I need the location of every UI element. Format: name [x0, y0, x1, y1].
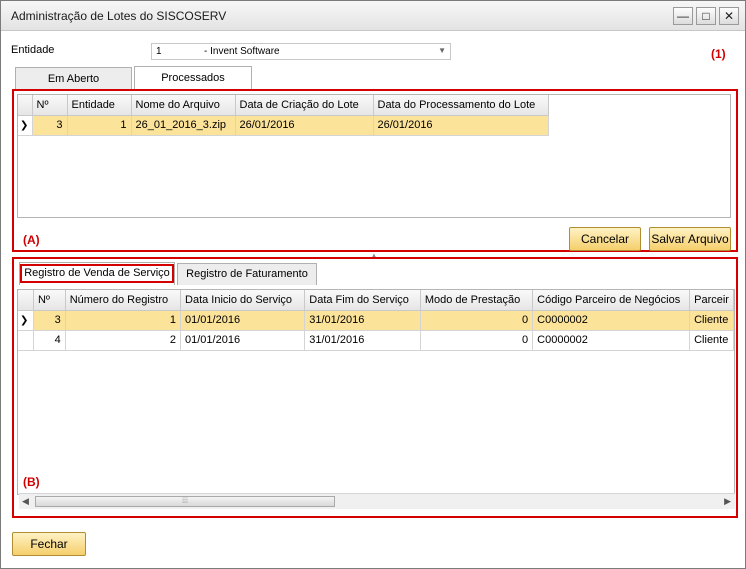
annotation-1: (1) [711, 47, 726, 61]
tab-registro-venda-label: Registro de Venda de Serviço [20, 264, 174, 283]
minimize-icon: — [677, 9, 689, 23]
lots-col-no[interactable]: Nº [32, 95, 68, 116]
row-indicator-header [18, 290, 34, 311]
scroll-left-icon[interactable]: ◀ [22, 496, 29, 507]
annotation-b: (B) [23, 475, 40, 489]
record-modo: 0 [420, 310, 534, 331]
records-col-fim[interactable]: Data Fim do Serviço [304, 290, 421, 311]
lots-col-processamento[interactable]: Data do Processamento do Lote [373, 95, 549, 116]
lots-col-criacao[interactable]: Data de Criação do Lote [235, 95, 374, 116]
lot-processamento: 26/01/2016 [373, 115, 549, 136]
records-col-codigo[interactable]: Código Parceiro de Negócios [532, 290, 691, 311]
siscoserv-window: Administração de Lotes do SISCOSERV — □ … [0, 0, 746, 569]
window-title: Administração de Lotes do SISCOSERV [11, 9, 227, 23]
record-numero: 2 [65, 330, 182, 351]
lot-entidade: 1 [67, 115, 132, 136]
record-modo: 0 [420, 330, 534, 351]
record-inicio: 01/01/2016 [180, 310, 306, 331]
tab-registro-faturamento[interactable]: Registro de Faturamento [177, 263, 317, 285]
maximize-button[interactable]: □ [696, 7, 716, 25]
row-selector-cell[interactable] [18, 330, 34, 351]
lot-no: 3 [32, 115, 68, 136]
record-codigo: C0000002 [532, 330, 691, 351]
lots-col-entidade[interactable]: Entidade [67, 95, 132, 116]
entidade-label: Entidade [11, 44, 55, 56]
lot-criacao: 26/01/2016 [235, 115, 374, 136]
row-indicator-header [18, 95, 33, 116]
close-button[interactable]: Fechar [12, 532, 86, 556]
records-col-inicio[interactable]: Data Inicio do Serviço [180, 290, 306, 311]
record-no: 3 [33, 310, 66, 331]
save-file-button[interactable]: Salvar Arquivo [649, 227, 731, 251]
tab-processados[interactable]: Processados [134, 66, 252, 91]
record-no: 4 [33, 330, 66, 351]
table-row[interactable]: ❯ 3 1 26_01_2016_3.zip 26/01/2016 26/01/… [18, 115, 549, 136]
title-bar: Administração de Lotes do SISCOSERV — □ … [1, 1, 745, 31]
record-numero: 1 [65, 310, 182, 331]
minimize-button[interactable]: — [673, 7, 693, 25]
horizontal-scrollbar[interactable]: ◀ ⁞⁞⁞ ▶ [19, 493, 735, 509]
record-inicio: 01/01/2016 [180, 330, 306, 351]
lots-grid: Nº Entidade Nome do Arquivo Data de Cria… [17, 94, 731, 218]
row-selector-icon[interactable]: ❯ [18, 310, 34, 331]
tab-registro-venda[interactable]: Registro de Venda de Serviço [19, 262, 175, 285]
record-parceiro: Cliente [689, 310, 734, 331]
records-col-numero[interactable]: Número do Registro [65, 290, 182, 311]
record-parceiro: Cliente [689, 330, 734, 351]
table-row[interactable]: ❯ 3 1 01/01/2016 31/01/2016 0 C0000002 C… [18, 310, 734, 331]
tab-em-aberto[interactable]: Em Aberto [15, 67, 132, 91]
entidade-select[interactable]: 1 - Invent Software ▼ [151, 43, 451, 60]
entidade-name: - Invent Software [204, 46, 280, 57]
lots-col-arquivo[interactable]: Nome do Arquivo [131, 95, 236, 116]
table-row[interactable]: 4 2 01/01/2016 31/01/2016 0 C0000002 Cli… [18, 330, 734, 351]
close-window-button[interactable]: ✕ [719, 7, 739, 25]
record-codigo: C0000002 [532, 310, 691, 331]
records-grid: Nº Número do Registro Data Inicio do Ser… [17, 289, 735, 495]
records-col-modo[interactable]: Modo de Prestação [420, 290, 534, 311]
row-selector-icon[interactable]: ❯ [18, 115, 33, 136]
annotation-a: (A) [23, 233, 40, 247]
scrollbar-thumb[interactable]: ⁞⁞⁞ [35, 496, 335, 507]
maximize-icon: □ [702, 9, 710, 23]
record-fim: 31/01/2016 [304, 310, 421, 331]
records-col-parceiro[interactable]: Parceir [689, 290, 734, 311]
scroll-right-icon[interactable]: ▶ [724, 496, 731, 507]
entidade-code: 1 [156, 46, 162, 57]
record-fim: 31/01/2016 [304, 330, 421, 351]
close-icon: ✕ [723, 9, 735, 23]
chevron-down-icon: ▼ [438, 46, 446, 55]
records-col-no[interactable]: Nº [33, 290, 66, 311]
cancel-button[interactable]: Cancelar [569, 227, 641, 251]
lot-arquivo: 26_01_2016_3.zip [131, 115, 236, 136]
